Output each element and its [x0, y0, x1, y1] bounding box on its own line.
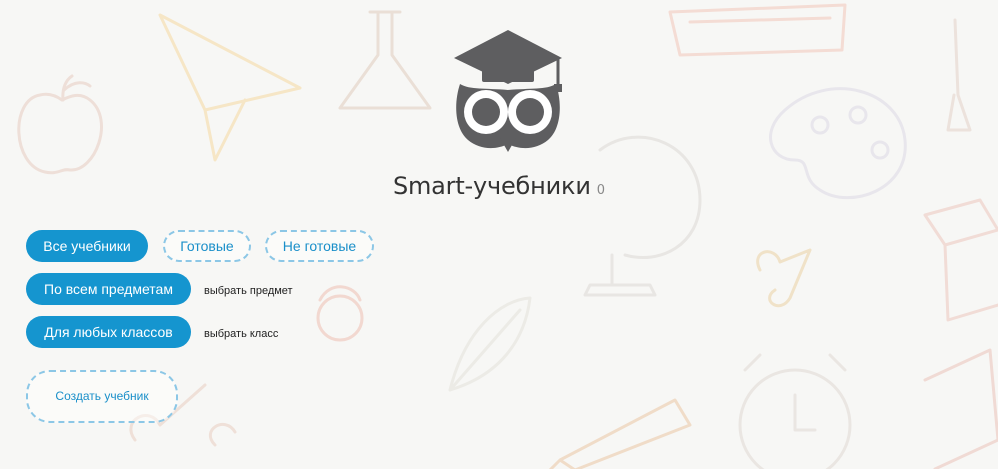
choose-grade-link[interactable]: выбрать класс	[204, 328, 278, 340]
all-textbooks-button[interactable]: Все учебники	[26, 230, 148, 262]
main-content: Smart-учебники 0 Все учебники Готовые Не …	[0, 0, 998, 469]
create-textbook-button[interactable]: Создать учебник	[26, 370, 178, 423]
all-subjects-button[interactable]: По всем предметам	[26, 273, 191, 305]
page-title: Smart-учебники	[392, 172, 591, 200]
ready-filter-button[interactable]: Готовые	[163, 230, 251, 262]
not-ready-filter-button[interactable]: Не готовые	[265, 230, 374, 262]
choose-subject-link[interactable]: выбрать предмет	[204, 285, 293, 297]
textbook-count: 0	[596, 183, 606, 198]
any-grade-button[interactable]: Для любых классов	[26, 316, 191, 348]
owl-logo-icon	[454, 30, 562, 152]
page-header: Smart-учебники 0	[0, 172, 998, 200]
